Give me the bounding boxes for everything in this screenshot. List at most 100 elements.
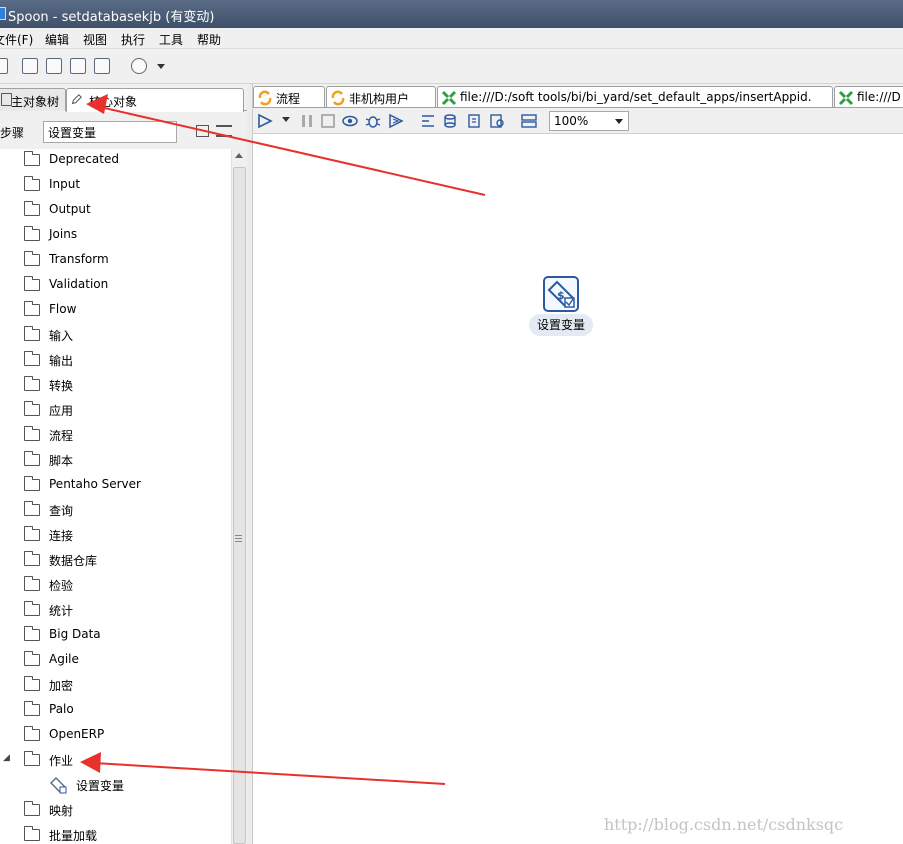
tab-insert-appid-job[interactable]: file:///D:/soft tools/bi/bi_yard/set_def… bbox=[437, 86, 833, 107]
menu-run[interactable]: 执行 bbox=[121, 31, 145, 48]
tree-folder[interactable]: 批量加载 bbox=[0, 824, 231, 844]
sql-script-icon[interactable] bbox=[466, 113, 482, 129]
tree-folder[interactable]: 统计 bbox=[0, 599, 231, 621]
menu-file[interactable]: 文件(F) bbox=[0, 31, 33, 48]
tree-folder-label: 脚本 bbox=[49, 454, 74, 468]
tree-folder[interactable]: 流程 bbox=[0, 424, 231, 446]
stop-icon[interactable] bbox=[320, 113, 336, 129]
collapse-arrow-icon[interactable]: ◢ bbox=[3, 753, 10, 763]
steps-search-input[interactable] bbox=[43, 121, 177, 143]
tree-folder-label: Flow bbox=[49, 302, 77, 316]
tree-folder[interactable]: Flow bbox=[0, 299, 231, 321]
tree-scrollbar[interactable] bbox=[231, 149, 247, 844]
main-toolbar bbox=[0, 49, 903, 84]
menu-tools[interactable]: 工具 bbox=[159, 31, 183, 48]
tab-file-job-label: file:///D bbox=[857, 90, 901, 104]
tree-folder[interactable]: Input bbox=[0, 174, 231, 196]
expand-all-icon[interactable] bbox=[216, 125, 232, 137]
show-results-icon[interactable] bbox=[521, 113, 537, 129]
preview-eye-icon[interactable] bbox=[342, 113, 358, 129]
set-variables-node[interactable]: $ bbox=[543, 276, 579, 312]
watermark: http://blog.csdn.net/csdnksqc bbox=[604, 815, 844, 834]
set-variables-icon: $ bbox=[547, 280, 575, 308]
tree-folder[interactable]: Big Data bbox=[0, 624, 231, 646]
tree-folder[interactable]: 加密 bbox=[0, 674, 231, 696]
menu-edit[interactable]: 编辑 bbox=[45, 31, 69, 48]
menu-bar: 文件(F) 编辑 视图 执行 工具 帮助 bbox=[0, 28, 903, 49]
tree-folder-label: Deprecated bbox=[49, 152, 119, 166]
replay-icon[interactable] bbox=[388, 113, 404, 129]
scrollbar-thumb[interactable] bbox=[233, 167, 246, 844]
save-icon[interactable] bbox=[70, 58, 86, 74]
folder-icon bbox=[23, 676, 40, 691]
tree-folder-label: 输入 bbox=[49, 329, 74, 343]
tree-folder-label: 连接 bbox=[49, 529, 74, 543]
save-as-icon[interactable] bbox=[94, 58, 110, 74]
layers-icon[interactable] bbox=[131, 58, 147, 74]
tree-folder-label: OpenERP bbox=[49, 727, 105, 741]
tree-folder-label: 查询 bbox=[49, 504, 74, 518]
tree-folder[interactable]: 输出 bbox=[0, 349, 231, 371]
tree-folder[interactable]: 数据仓库 bbox=[0, 549, 231, 571]
collapse-all-icon[interactable] bbox=[196, 125, 209, 137]
folder-icon bbox=[23, 726, 40, 741]
tree-folder[interactable]: 转换 bbox=[0, 374, 231, 396]
tree-folder[interactable]: ◢ 作业 bbox=[0, 749, 231, 771]
folder-icon bbox=[23, 626, 40, 641]
open-file-icon[interactable] bbox=[22, 58, 38, 74]
tree-folder[interactable]: 查询 bbox=[0, 499, 231, 521]
tab-transformation-flow[interactable]: 流程 bbox=[253, 86, 325, 107]
tree-folder[interactable]: Agile bbox=[0, 649, 231, 671]
tree-folder[interactable]: 映射 bbox=[0, 799, 231, 821]
tree-folder-label: 检验 bbox=[49, 579, 74, 593]
tree-folder[interactable]: Deprecated bbox=[0, 149, 231, 171]
tree-folder[interactable]: Output bbox=[0, 199, 231, 221]
tab-core-objects[interactable]: 核心对象 bbox=[66, 88, 244, 112]
editor-tab-strip: 流程 非机构用户 file:///D:/soft tools/bi/bi_yar… bbox=[253, 84, 903, 108]
folder-icon bbox=[23, 801, 40, 816]
tree-folder[interactable]: 脚本 bbox=[0, 449, 231, 471]
verify-icon[interactable] bbox=[420, 113, 436, 129]
tree-folder[interactable]: Palo bbox=[0, 699, 231, 721]
zoom-select[interactable]: 100% bbox=[549, 111, 629, 131]
tree-folder-label: Output bbox=[49, 202, 91, 216]
tree-folder[interactable]: 连接 bbox=[0, 524, 231, 546]
set-variables-node-label[interactable]: 设置变量 bbox=[529, 314, 593, 336]
tree-folder-label: Big Data bbox=[49, 627, 101, 641]
menu-view[interactable]: 视图 bbox=[83, 31, 107, 48]
tree-folder[interactable]: 应用 bbox=[0, 399, 231, 421]
tab-core-objects-label: 核心对象 bbox=[89, 95, 138, 109]
tree-step-set-variables[interactable]: 设置变量 bbox=[0, 774, 231, 796]
database-explore-icon[interactable] bbox=[489, 113, 505, 129]
menu-help[interactable]: 帮助 bbox=[197, 31, 221, 48]
run-icon[interactable] bbox=[257, 113, 273, 129]
impact-analysis-icon[interactable] bbox=[443, 113, 459, 129]
zoom-dropdown-arrow-icon[interactable] bbox=[615, 119, 623, 124]
tab-file-job[interactable]: file:///D bbox=[834, 86, 903, 107]
tree-folder-label: 加密 bbox=[49, 679, 74, 693]
pause-icon[interactable] bbox=[299, 113, 315, 129]
new-file-icon[interactable] bbox=[0, 58, 8, 74]
tree-folder[interactable]: 输入 bbox=[0, 324, 231, 346]
scroll-up-arrow-icon[interactable] bbox=[235, 153, 243, 158]
tab-main-tree[interactable]: 主对象树 bbox=[0, 88, 66, 111]
tree-folder-label: Transform bbox=[49, 252, 109, 266]
tree-folder[interactable]: Validation bbox=[0, 274, 231, 296]
tree-folder[interactable]: 检验 bbox=[0, 574, 231, 596]
tree-folder[interactable]: Transform bbox=[0, 249, 231, 271]
tab-non-org-users[interactable]: 非机构用户 bbox=[326, 86, 436, 107]
tree-folder-label: 统计 bbox=[49, 604, 74, 618]
debug-bug-icon[interactable] bbox=[365, 113, 381, 129]
tree-folder[interactable]: OpenERP bbox=[0, 724, 231, 746]
explore-repository-icon[interactable] bbox=[46, 58, 62, 74]
tree-folder-label: Validation bbox=[49, 277, 109, 291]
tree-folder[interactable]: Joins bbox=[0, 224, 231, 246]
tree-folder[interactable]: Pentaho Server bbox=[0, 474, 231, 496]
window-title: Spoon - setdatabasekjb (有变动) bbox=[8, 10, 215, 25]
layers-dropdown-arrow-icon[interactable] bbox=[157, 64, 165, 69]
folder-icon bbox=[23, 701, 40, 716]
run-dropdown-arrow-icon[interactable] bbox=[282, 117, 290, 122]
set-variables-icon bbox=[50, 777, 67, 794]
job-canvas[interactable]: $ 设置变量 bbox=[253, 134, 903, 844]
left-panel: 主对象树 核心对象 步骤 Deprecated Input Output Joins T… bbox=[0, 84, 247, 844]
